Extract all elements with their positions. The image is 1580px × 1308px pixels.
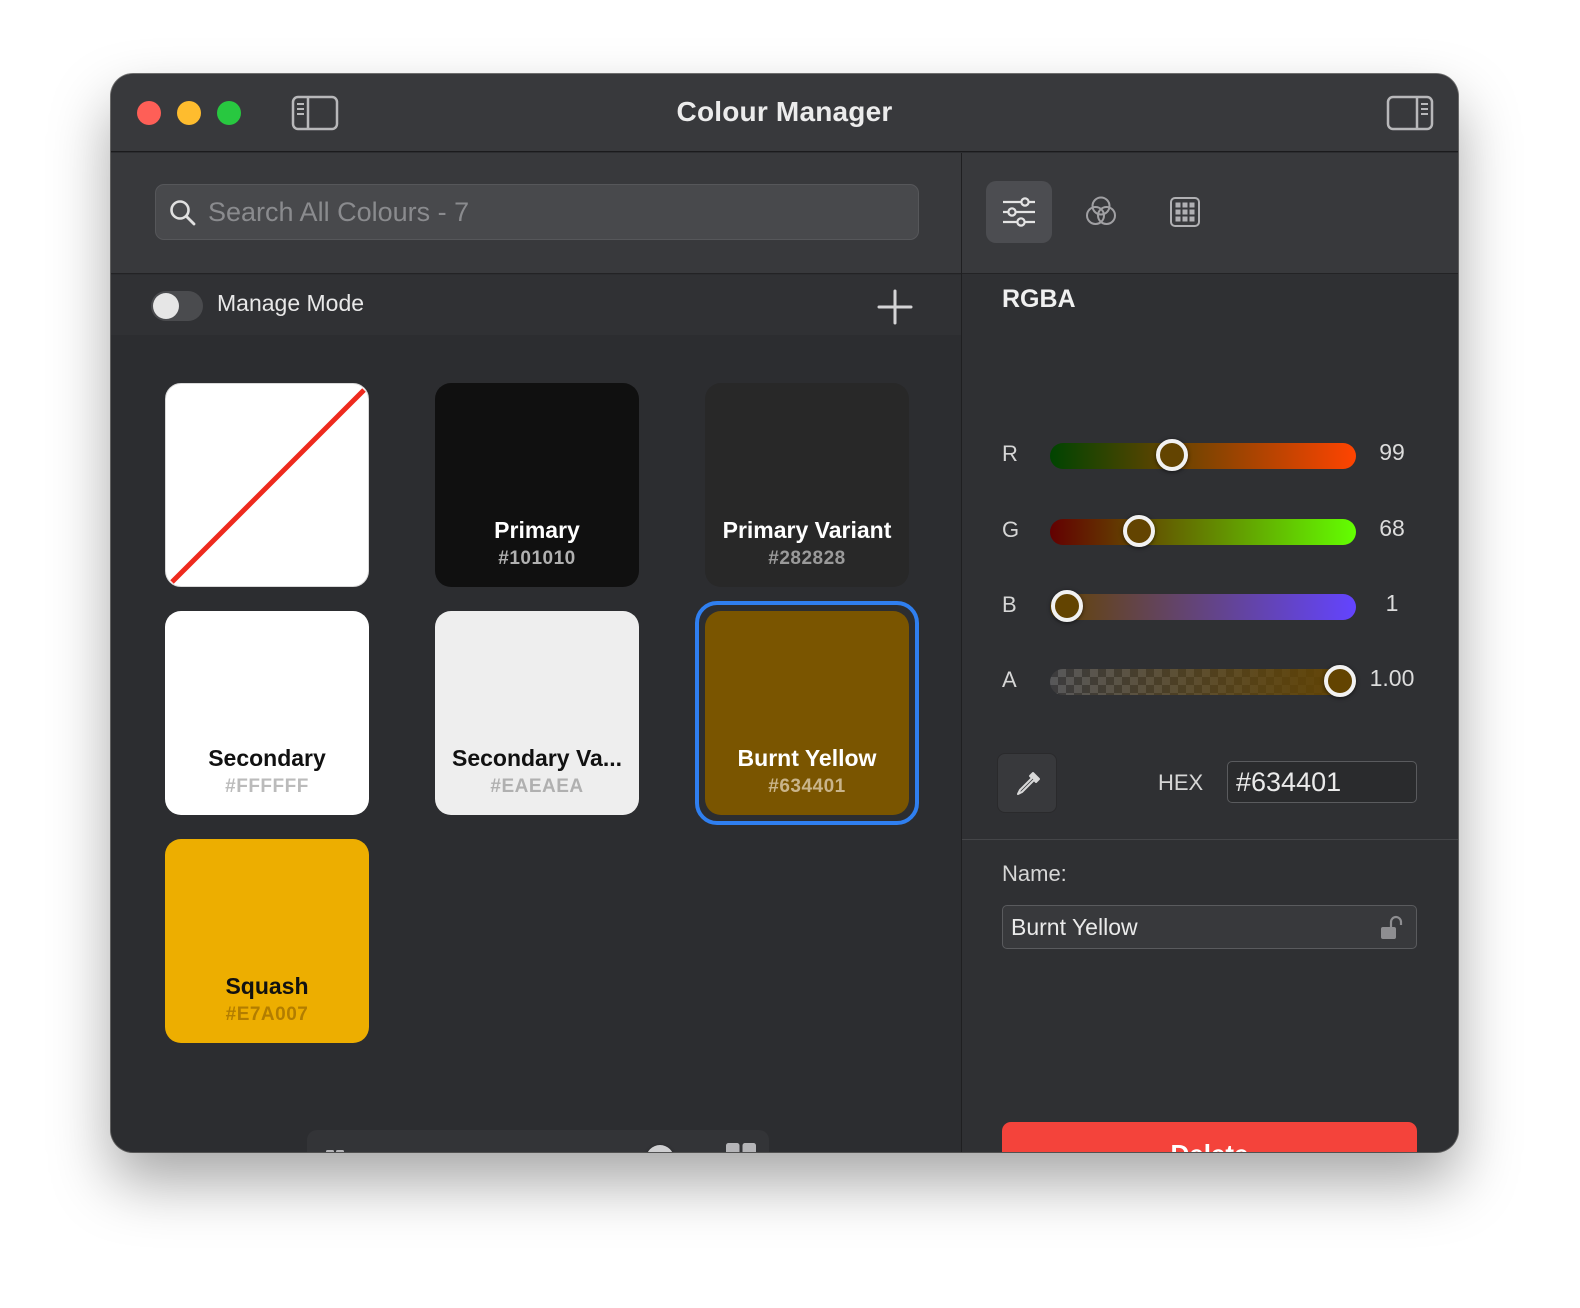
- swatch-name: Secondary Va...: [451, 745, 623, 771]
- search-input[interactable]: [208, 185, 906, 239]
- slider-row-b: B1: [1002, 586, 1422, 626]
- no-colour-diagonal-icon: [170, 388, 366, 584]
- colour-swatch[interactable]: [165, 383, 369, 587]
- delete-button[interactable]: Delete: [1002, 1122, 1417, 1152]
- inspector-pane: RGBA R99G68B1A1.00 HEX Name: Delete: [961, 153, 1458, 1152]
- name-field[interactable]: [1002, 905, 1417, 949]
- slider-track-b[interactable]: [1050, 594, 1356, 620]
- name-label: Name:: [1002, 861, 1067, 886]
- grid-size-control: [307, 1130, 769, 1152]
- grid-size-knob[interactable]: [646, 1145, 675, 1152]
- swatch-hex: #282828: [768, 548, 846, 569]
- tab-palette-grid[interactable]: [1152, 181, 1218, 243]
- hex-input[interactable]: [1227, 761, 1417, 803]
- swatch-name: Primary: [494, 517, 580, 543]
- swatch-name: Primary Variant: [722, 517, 892, 543]
- search-icon: [170, 200, 196, 226]
- swatch-hex: #FFFFFF: [225, 776, 309, 797]
- toggle-knob: [153, 293, 179, 319]
- unlock-icon[interactable]: [1378, 914, 1406, 942]
- inspector-tabs: [962, 153, 1458, 274]
- sliders-icon: [1003, 197, 1035, 227]
- manage-bar: Manage Mode: [111, 275, 961, 335]
- hex-label: HEX: [1158, 770, 1204, 795]
- colour-swatch[interactable]: Primary Variant #282828: [705, 383, 909, 587]
- slider-knob-g[interactable]: [1123, 515, 1156, 547]
- swatch-hex: #EAEAEA: [490, 776, 584, 797]
- swatch-hex: #101010: [498, 548, 576, 569]
- slider-knob-b[interactable]: [1051, 590, 1084, 622]
- small-grid-icon[interactable]: [325, 1149, 345, 1152]
- large-grid-icon[interactable]: [725, 1142, 757, 1152]
- selection-ring: [695, 601, 919, 825]
- title-bar: Colour Manager: [111, 74, 1458, 152]
- slider-label: R: [1002, 441, 1018, 466]
- manage-mode-label: Manage Mode: [217, 290, 365, 316]
- colour-swatch[interactable]: Squash #E7A007: [165, 839, 369, 1043]
- slider-track-r[interactable]: [1050, 443, 1356, 469]
- slider-row-g: G 68: [1002, 511, 1422, 551]
- palette-grid-icon: [1170, 197, 1200, 227]
- colour-swatch[interactable]: Secondary Va... #EAEAEA: [435, 611, 639, 815]
- slider-gradient: [1050, 594, 1356, 620]
- slider-value: 1.00: [1369, 665, 1415, 691]
- slider-value: 99: [1379, 439, 1405, 465]
- slider-track-g[interactable]: [1050, 519, 1356, 545]
- manage-mode-toggle[interactable]: [151, 291, 203, 321]
- search-area: [111, 153, 961, 274]
- inspector-toggle-icon[interactable]: [1386, 95, 1434, 131]
- search-box[interactable]: [155, 184, 919, 240]
- slider-label: A: [1002, 667, 1017, 692]
- window-title: Colour Manager: [676, 96, 893, 127]
- slider-track-a[interactable]: [1050, 669, 1356, 695]
- tab-sliders[interactable]: [986, 181, 1052, 243]
- slider-value: 1: [1385, 590, 1399, 616]
- slider-value: 68: [1379, 515, 1405, 541]
- slider-gradient: [1050, 519, 1356, 545]
- tab-colour-circles[interactable]: [1068, 181, 1134, 243]
- divider: [962, 839, 1458, 840]
- slider-label: B: [1002, 592, 1017, 617]
- eyedropper-button[interactable]: [997, 753, 1057, 813]
- slider-gradient: [1050, 443, 1356, 469]
- slider-row-a: A 1.00: [1002, 661, 1422, 701]
- swatch-name: Squash: [225, 973, 309, 999]
- colour-swatch[interactable]: Primary #101010: [435, 383, 639, 587]
- slider-knob-a[interactable]: [1324, 665, 1356, 697]
- app-window: Colour Manager M: [111, 74, 1458, 1152]
- colour-swatch[interactable]: Secondary #FFFFFF: [165, 611, 369, 815]
- colour-library-pane: Manage Mode Primary #101010 Primary Varian…: [111, 153, 961, 1152]
- colour-circles-icon: [1086, 196, 1116, 225]
- add-colour-icon[interactable]: [875, 287, 915, 327]
- slider-label: G: [1002, 517, 1020, 542]
- colour-mode-title: RGBA: [1002, 285, 1076, 313]
- swatch-name: Secondary: [208, 745, 326, 771]
- name-input[interactable]: [1003, 906, 1363, 948]
- slider-gradient: [1050, 669, 1356, 695]
- swatch-hex: #E7A007: [225, 1004, 309, 1025]
- eyedropper-icon: [1017, 772, 1040, 795]
- slider-row-r: R 99: [1002, 435, 1422, 475]
